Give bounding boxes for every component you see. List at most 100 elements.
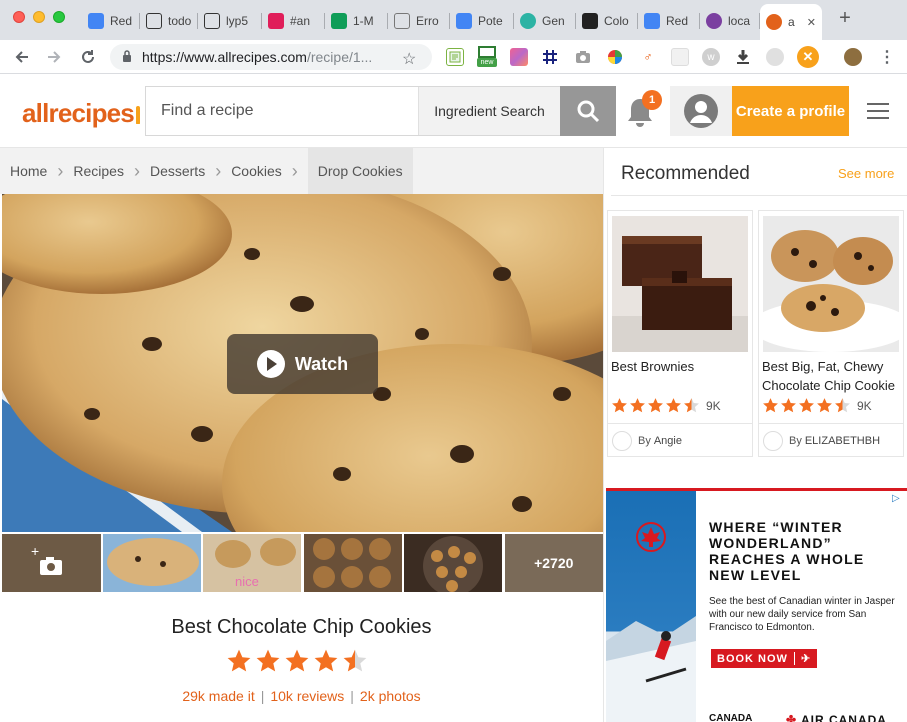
- browser-tab[interactable]: lyp5: [198, 5, 262, 37]
- by-label: By: [638, 434, 651, 447]
- hamburger-menu-icon[interactable]: [867, 103, 889, 121]
- forward-button[interactable]: [42, 45, 66, 69]
- profile-avatar-button[interactable]: [670, 86, 732, 136]
- bookmark-star-icon[interactable]: ☆: [402, 49, 416, 69]
- close-window-button[interactable]: [13, 11, 25, 23]
- reviews-link[interactable]: 10k reviews: [270, 688, 344, 704]
- browser-tab[interactable]: a ✕: [760, 4, 822, 40]
- reload-button[interactable]: [76, 45, 100, 69]
- browser-tab[interactable]: 1-M: [325, 5, 388, 37]
- extension-gradient-icon[interactable]: [510, 48, 528, 66]
- card-author: By ELIZABETHBH: [759, 423, 903, 457]
- circle-icon: [520, 13, 536, 29]
- star-filled-icon: [630, 398, 645, 413]
- extension-notes-icon[interactable]: [446, 48, 464, 66]
- create-profile-button[interactable]: Create a profile: [732, 86, 849, 136]
- photo-thumbnail[interactable]: [303, 534, 403, 592]
- maximize-window-button[interactable]: [53, 11, 65, 23]
- browser-tab[interactable]: Erro: [388, 5, 450, 37]
- more-photos-label: +2720: [534, 555, 574, 571]
- star-filled-icon: [612, 398, 627, 413]
- extension-disabled-icon[interactable]: [766, 48, 784, 66]
- divider: [793, 652, 795, 665]
- photos-link[interactable]: 2k photos: [360, 688, 421, 704]
- plane-icon: ✈: [800, 653, 812, 665]
- url-path: /recipe/1...: [306, 49, 373, 65]
- svg-text:+: +: [31, 543, 39, 559]
- extension-music-icon[interactable]: ♂: [639, 48, 657, 66]
- watch-video-button[interactable]: Watch: [227, 334, 378, 394]
- tab-label: Erro: [416, 14, 439, 28]
- back-button[interactable]: [10, 45, 34, 69]
- tab-label: todo: [168, 14, 192, 28]
- recipe-hero-image[interactable]: Watch: [2, 194, 603, 532]
- cube-icon: [204, 13, 220, 29]
- color-wheel-icon[interactable]: [606, 48, 624, 66]
- ingredient-search-button[interactable]: Ingredient Search: [418, 87, 560, 135]
- browser-tab[interactable]: #an: [262, 5, 325, 37]
- extension-grey-icon[interactable]: [671, 48, 689, 66]
- extension-grid-icon[interactable]: [541, 48, 559, 66]
- ad-headline: WHERE “WINTER WONDERLAND” REACHES A WHOL…: [709, 519, 865, 583]
- more-photos-button[interactable]: +2720: [504, 534, 603, 592]
- camera-icon[interactable]: [574, 48, 592, 66]
- recipe-search-input[interactable]: [146, 87, 418, 135]
- page-icon: [394, 13, 410, 29]
- address-bar[interactable]: https://www.allrecipes.com/recipe/1...: [110, 44, 432, 70]
- close-tab-icon[interactable]: ✕: [807, 16, 816, 29]
- author-name[interactable]: ELIZABETHBH: [805, 435, 880, 447]
- recipe-rating-stars[interactable]: [226, 648, 368, 674]
- recommended-card[interactable]: Best Brownies 9K By Angie: [607, 210, 753, 457]
- breadcrumb-desserts[interactable]: Desserts: [150, 148, 205, 194]
- new-tab-button[interactable]: +: [835, 8, 855, 29]
- download-icon[interactable]: [734, 48, 752, 66]
- photo-thumbnail[interactable]: [404, 534, 503, 592]
- cookie-image[interactable]: [763, 216, 899, 352]
- recommended-name[interactable]: Best Big, Fat, Chewy Chocolate Chip Cook…: [762, 357, 902, 395]
- air-canada-ad[interactable]: ▷ WHERE “WINTER WONDERLAND” REACHES A WH…: [606, 488, 907, 722]
- book-now-button[interactable]: BOOK NOW ✈: [711, 649, 818, 668]
- recommended-card[interactable]: Best Big, Fat, Chewy Chocolate Chip Cook…: [758, 210, 904, 457]
- extension-w-icon[interactable]: w: [702, 48, 720, 66]
- camera-plus-icon: +: [2, 534, 100, 592]
- browser-tab[interactable]: Pote: [450, 5, 514, 37]
- breadcrumb-drop-cookies[interactable]: Drop Cookies: [307, 148, 413, 194]
- circle-icon: [706, 13, 722, 29]
- search-icon: [577, 100, 600, 123]
- reload-icon: [82, 50, 94, 63]
- minimize-window-button[interactable]: [33, 11, 45, 23]
- tab-label: lyp5: [226, 14, 249, 28]
- rating-count: 9K: [706, 398, 721, 413]
- browser-tab[interactable]: todo: [140, 5, 198, 37]
- cube-icon: [146, 13, 162, 29]
- ad-choices-icon[interactable]: ▷: [892, 493, 900, 504]
- author-name[interactable]: Angie: [654, 435, 682, 447]
- brownies-image[interactable]: [612, 216, 748, 352]
- tab-label: #an: [290, 14, 311, 28]
- extension-new-icon[interactable]: new: [477, 46, 497, 68]
- extension-x-icon[interactable]: ✕: [797, 46, 819, 68]
- breadcrumb-recipes[interactable]: Recipes: [73, 148, 124, 194]
- browser-tab[interactable]: Red: [638, 5, 700, 37]
- made-it-link[interactable]: 29k made it: [182, 688, 254, 704]
- browser-menu-icon[interactable]: ⋮: [878, 48, 896, 66]
- search-button[interactable]: [560, 86, 616, 136]
- see-more-link[interactable]: See more: [838, 166, 894, 181]
- photo-thumbnail[interactable]: [102, 534, 201, 592]
- browser-tab[interactable]: Colo: [576, 5, 638, 37]
- tab-label: Red: [110, 14, 133, 28]
- photo-thumbnail[interactable]: nice: [203, 534, 302, 592]
- recommended-name[interactable]: Best Brownies: [611, 357, 751, 376]
- recipe-title: Best Chocolate Chip Cookies: [171, 616, 432, 638]
- allrecipes-logo[interactable]: allrecipes: [22, 98, 140, 129]
- add-photo-button[interactable]: +: [2, 534, 101, 592]
- svg-text:nice: nice: [235, 574, 259, 589]
- breadcrumb-home[interactable]: Home: [0, 148, 47, 194]
- tab-label: loca: [728, 14, 751, 28]
- browser-tab[interactable]: loca: [700, 5, 760, 37]
- browser-tab[interactable]: Red: [82, 5, 140, 37]
- breadcrumb-cookies[interactable]: Cookies: [231, 148, 282, 194]
- browser-tab[interactable]: Gen: [514, 5, 576, 37]
- site-header: allrecipes Ingredient Search 1 Create a …: [0, 74, 907, 148]
- profile-avatar-icon[interactable]: [844, 48, 862, 66]
